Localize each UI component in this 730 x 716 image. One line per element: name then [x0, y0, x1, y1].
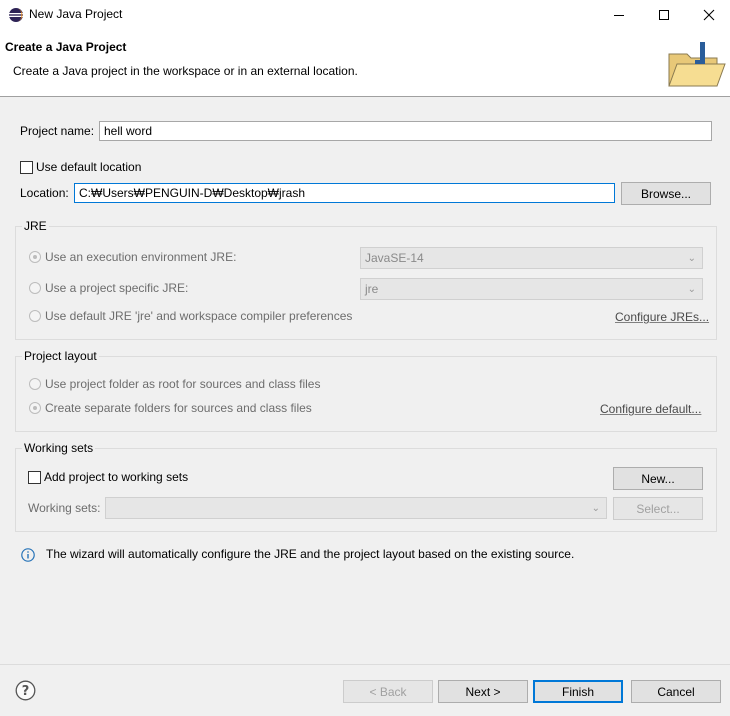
project-name-input[interactable]: hell word [99, 121, 712, 141]
project-layout-group [15, 356, 717, 432]
working-sets-group-title: Working sets [22, 441, 96, 455]
maximize-icon [659, 10, 669, 20]
minimize-button[interactable] [596, 0, 642, 30]
layout-project-root-radio[interactable] [29, 378, 41, 390]
working-sets-group [15, 448, 717, 532]
new-working-set-button[interactable]: New... [613, 467, 703, 490]
configure-default-link[interactable]: Configure default... [600, 402, 701, 416]
footer-separator [0, 664, 730, 665]
chevron-down-icon: ⌄ [687, 284, 696, 295]
chevron-down-icon: ⌄ [591, 503, 600, 514]
info-message: The wizard will automatically configure … [46, 547, 575, 561]
wizard-description: Create a Java project in the workspace o… [13, 64, 358, 78]
project-name-label: Project name: [20, 124, 95, 138]
project-layout-group-title: Project layout [22, 349, 99, 363]
location-label: Location: [20, 186, 69, 200]
project-jre-value: jre [365, 282, 379, 296]
execution-env-select[interactable]: JavaSE-14 ⌄ [360, 247, 703, 269]
jre-group-title: JRE [22, 219, 49, 233]
project-jre-select[interactable]: jre ⌄ [360, 278, 703, 300]
layout-project-root-label: Use project folder as root for sources a… [45, 377, 321, 391]
jre-project-specific-label: Use a project specific JRE: [45, 281, 189, 295]
close-icon [703, 9, 715, 21]
close-button[interactable] [686, 0, 730, 30]
add-to-working-sets-label: Add project to working sets [44, 470, 189, 484]
jre-default-radio[interactable] [29, 310, 41, 322]
info-icon [21, 548, 35, 562]
title-bar: New Java Project [0, 0, 730, 30]
layout-separate-folders-label: Create separate folders for sources and … [45, 401, 312, 415]
browse-button[interactable]: Browse... [621, 182, 711, 205]
back-button[interactable]: < Back [343, 680, 433, 703]
add-to-working-sets-checkbox[interactable] [28, 471, 41, 484]
eclipse-icon [9, 8, 23, 22]
new-java-project-banner-icon [668, 42, 726, 87]
jre-execution-env-label: Use an execution environment JRE: [45, 250, 237, 264]
minimize-icon [614, 15, 624, 16]
use-default-location-label: Use default location [36, 160, 142, 174]
window-title: New Java Project [29, 7, 123, 21]
working-sets-select[interactable]: ⌄ [105, 497, 607, 519]
use-default-location-checkbox[interactable] [20, 161, 33, 174]
jre-project-specific-radio[interactable] [29, 282, 41, 294]
finish-button[interactable]: Finish [533, 680, 623, 703]
help-icon[interactable]: ? [15, 680, 36, 701]
select-working-sets-button[interactable]: Select... [613, 497, 703, 520]
jre-default-label: Use default JRE 'jre' and workspace comp… [45, 309, 353, 323]
jre-execution-env-radio[interactable] [29, 251, 41, 263]
layout-separate-folders-radio[interactable] [29, 402, 41, 414]
working-sets-label: Working sets: [28, 501, 101, 515]
next-button[interactable]: Next > [438, 680, 528, 703]
svg-text:?: ? [22, 684, 30, 699]
configure-jres-link[interactable]: Configure JREs... [615, 310, 709, 324]
maximize-button[interactable] [641, 0, 687, 30]
wizard-title: Create a Java Project [5, 40, 127, 54]
cancel-button[interactable]: Cancel [631, 680, 721, 703]
chevron-down-icon: ⌄ [687, 253, 696, 264]
location-input[interactable]: C:₩Users₩PENGUIN-D₩Desktop₩jrash [74, 183, 615, 203]
execution-env-value: JavaSE-14 [365, 251, 424, 265]
wizard-header: Create a Java Project Create a Java proj… [0, 30, 730, 97]
